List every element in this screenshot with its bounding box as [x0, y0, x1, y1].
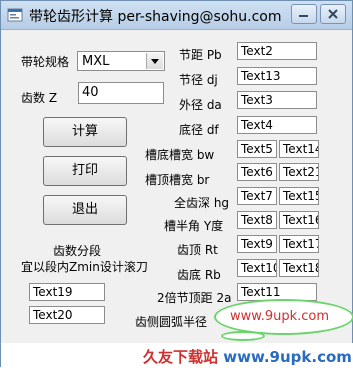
text17-field[interactable]: Text17 [279, 235, 319, 253]
segment-subtitle: 宜以段内Zmin设计滚刀 [21, 260, 148, 274]
close-button[interactable] [320, 4, 346, 24]
banner-url: www.9upk.com [223, 348, 352, 366]
param-label-outer-dia: 外径 da [179, 98, 222, 112]
param-label-depth: 全齿深 hg [174, 196, 230, 210]
calculate-button[interactable]: 计算 [43, 117, 127, 147]
text14-field[interactable]: Text14 [279, 140, 319, 158]
param-label-pitch: 节距 Pb [179, 48, 222, 62]
text8-field[interactable]: Text8 [237, 211, 277, 229]
param-label-half-angle: 槽半角 Y度 [164, 219, 224, 233]
spec-label: 带轮规格 [21, 55, 70, 69]
app-window: 带轮齿形计算 per-shaving@sohu.com 带轮规格 MXL 齿数 … [0, 0, 353, 368]
param-label-bottom-width: 槽底槽宽 bw [145, 148, 215, 162]
param-label-root-dia: 底径 df [179, 123, 219, 137]
minimize-button[interactable] [291, 4, 317, 24]
print-button[interactable]: 打印 [43, 156, 127, 186]
text15-field[interactable]: Text15 [279, 187, 319, 205]
text20-field[interactable]: Text20 [29, 306, 105, 324]
banner-brand: 久友下载站 [143, 348, 219, 366]
app-icon [7, 7, 23, 23]
text10-field[interactable]: Text10 [237, 259, 277, 277]
text5-field[interactable]: Text5 [237, 140, 277, 158]
watermark-url: www.9upk.com [230, 309, 330, 324]
param-label-pitch-dia: 节径 dj [179, 73, 218, 87]
text18-field[interactable]: Text18 [279, 259, 319, 277]
exit-button[interactable]: 退出 [43, 195, 127, 225]
text3-field[interactable]: Text3 [237, 91, 317, 109]
param-label-2a: 2倍节顶距 2a [157, 291, 232, 305]
text4-field[interactable]: Text4 [237, 116, 317, 134]
text9-field[interactable]: Text9 [237, 235, 277, 253]
text13-field[interactable]: Text13 [237, 67, 317, 85]
teeth-label: 齿数 Z [21, 91, 58, 105]
param-label-flank-radius: 齿侧圆弧半径 [135, 315, 208, 329]
banner-text: 久友下载站 www.9upk.com [143, 346, 352, 367]
spec-selected-value: MXL [82, 54, 110, 69]
spec-select[interactable]: MXL [77, 51, 165, 71]
title-bar: 带轮齿形计算 per-shaving@sohu.com [1, 1, 352, 30]
segment-title: 齿数分段 [53, 244, 102, 258]
text6-field[interactable]: Text6 [237, 163, 277, 181]
teeth-input[interactable]: 40 [78, 82, 164, 104]
text7-field[interactable]: Text7 [237, 187, 277, 205]
text2-field[interactable]: Text2 [237, 42, 317, 60]
param-label-root-radius: 齿底 Rb [177, 268, 221, 282]
param-label-top-width: 槽顶槽宽 br [145, 173, 210, 187]
chevron-down-icon[interactable] [146, 53, 163, 69]
window-title: 带轮齿形计算 per-shaving@sohu.com [29, 9, 282, 25]
text21-field[interactable]: Text21 [279, 163, 319, 181]
param-label-tip-radius: 齿顶 Rt [177, 243, 218, 257]
text19-field[interactable]: Text19 [29, 283, 105, 301]
watermark-bubble-tail [221, 331, 265, 341]
text16-field[interactable]: Text16 [279, 211, 319, 229]
